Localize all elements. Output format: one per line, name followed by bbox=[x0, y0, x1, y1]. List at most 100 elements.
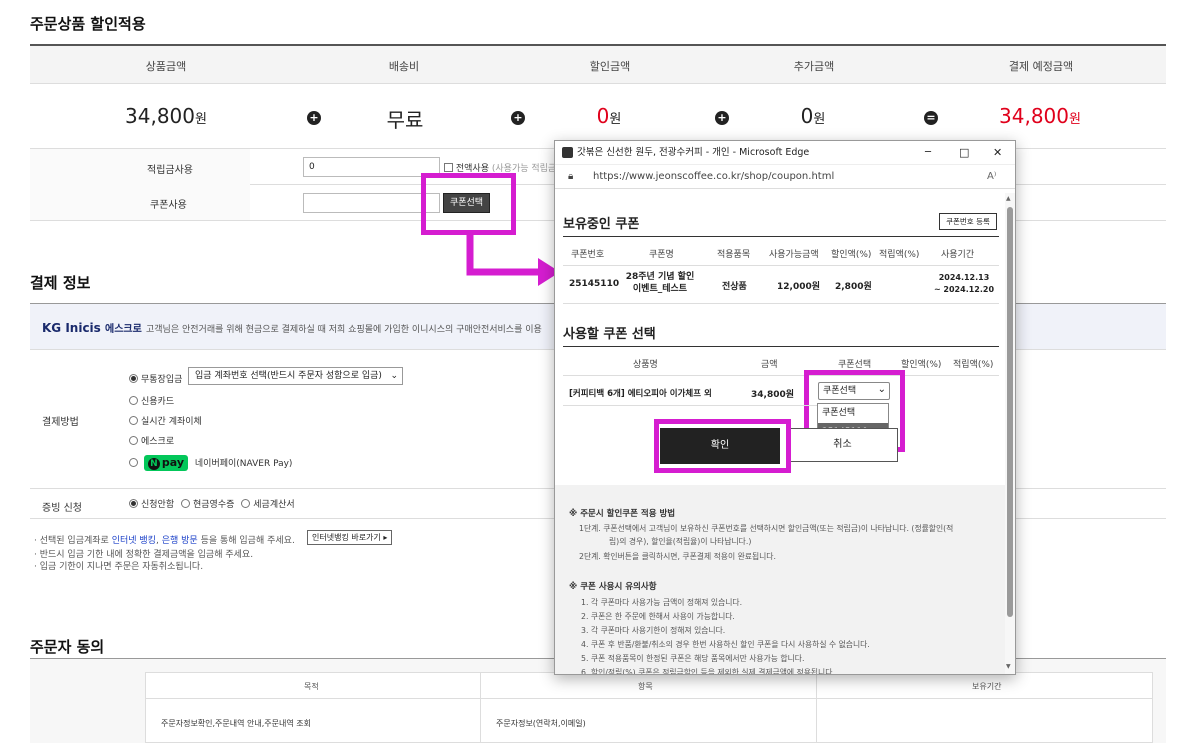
discount-amount: 0원 bbox=[596, 104, 622, 128]
radio-icon[interactable] bbox=[129, 416, 138, 425]
internet-banking-link[interactable]: 인터넷 뱅킹 bbox=[112, 536, 156, 546]
held-header-number: 쿠폰번호 bbox=[571, 250, 605, 260]
scroll-up-icon[interactable]: ▲ bbox=[1006, 195, 1011, 202]
caution-line-1: 1. 각 쿠폰마다 사용가능 금액이 정해져 있습니다. bbox=[581, 598, 743, 607]
caution-title: ※ 쿠폰 사용시 유의사항 bbox=[569, 582, 657, 592]
divider bbox=[563, 405, 817, 406]
header-total: 결제 예정금액 bbox=[1008, 60, 1074, 73]
n-icon: N bbox=[147, 458, 160, 470]
held-coupon-discount: 2,800원 bbox=[835, 282, 872, 292]
plus-icon: + bbox=[715, 111, 729, 125]
cancel-button[interactable]: 취소 bbox=[787, 428, 898, 462]
radio-icon[interactable] bbox=[181, 499, 190, 508]
payment-method-label: 결제방법 bbox=[42, 417, 79, 428]
register-coupon-button[interactable]: 쿠폰번호 등록 bbox=[939, 213, 997, 230]
caution-line-4: 4. 쿠폰 후 반품/환불/취소의 경우 한번 사용하신 할인 쿠폰을 다시 사… bbox=[581, 640, 870, 649]
extra-amount: 0원 bbox=[800, 104, 826, 128]
popup-scrollbar[interactable]: ▲ ▼ bbox=[1005, 193, 1015, 674]
popup-url[interactable]: https://www.jeonscoffee.co.kr/shop/coupo… bbox=[593, 165, 834, 189]
consent-header-retention: 보유기간 bbox=[972, 682, 1002, 691]
select-header-discount: 할인액(%) bbox=[901, 360, 942, 370]
held-header-scope: 적용품목 bbox=[717, 250, 751, 260]
divider bbox=[816, 673, 817, 742]
coupon-input[interactable] bbox=[303, 193, 440, 213]
held-coupons-title: 보유중인 쿠폰 bbox=[563, 217, 640, 232]
product-amount: 34,800원 bbox=[125, 104, 207, 128]
held-header-points: 적립액(%) bbox=[879, 250, 920, 260]
internet-banking-button[interactable]: 인터넷뱅킹 바로가기 ▸ bbox=[307, 530, 393, 545]
equals-icon: = bbox=[924, 111, 938, 125]
header-extra: 추가금액 bbox=[793, 60, 835, 73]
total-amount: 34,800원 bbox=[999, 104, 1081, 128]
checkbox-icon[interactable] bbox=[444, 163, 453, 172]
radio-icon[interactable] bbox=[129, 374, 138, 383]
method-naver-pay[interactable]: Npay 네이버페이(NAVER Pay) bbox=[129, 455, 292, 471]
guide-line-1: 1단계. 쿠폰선택에서 고객님이 보유하신 쿠폰번호를 선택하시면 할인금액(또… bbox=[579, 524, 954, 533]
plus-icon: + bbox=[511, 111, 525, 125]
held-header-name: 쿠폰명 bbox=[649, 250, 674, 260]
divider bbox=[563, 375, 999, 376]
held-coupon-number: 25145110 bbox=[569, 279, 620, 289]
npay-logo: Npay bbox=[143, 455, 189, 471]
arrow-icon bbox=[466, 232, 560, 286]
scrollbar-thumb[interactable] bbox=[1007, 207, 1013, 617]
select-header-coupon: 쿠폰선택 bbox=[838, 360, 872, 370]
read-aloud-icon[interactable]: A⁾ bbox=[987, 165, 996, 189]
maximize-icon[interactable]: □ bbox=[959, 141, 969, 165]
caution-line-3: 3. 각 쿠폰마다 사용기한이 정해져 있습니다. bbox=[581, 626, 726, 635]
guide-title: ※ 주문시 할인쿠폰 적용 방법 bbox=[569, 509, 676, 519]
receipt-label: 증빙 신청 bbox=[42, 503, 82, 514]
radio-icon[interactable] bbox=[129, 499, 138, 508]
consent-section-title: 주문자 동의 bbox=[30, 638, 105, 656]
select-header-price: 금액 bbox=[761, 360, 778, 370]
points-label: 적립금사용 bbox=[147, 165, 193, 176]
radio-icon[interactable] bbox=[241, 499, 251, 508]
radio-icon[interactable] bbox=[129, 457, 138, 467]
method-bank-transfer[interactable]: 무통장입금 bbox=[129, 372, 182, 385]
bank-visit-link[interactable]: 은행 방문 bbox=[162, 536, 198, 546]
scroll-down-icon[interactable]: ▼ bbox=[1006, 663, 1011, 670]
kg-notice: 고객님은 안전거래를 위해 현금으로 결제하실 때 저희 쇼핑몰에 가입한 이니… bbox=[146, 325, 542, 335]
discount-header-row: 상품금액 배송비 할인금액 추가금액 결제 예정금액 bbox=[30, 44, 1166, 84]
divider bbox=[480, 673, 481, 742]
held-coupon-scope: 전상품 bbox=[722, 282, 747, 292]
header-shipping: 배송비 bbox=[388, 60, 420, 73]
receipt-options: 신청안함 현금영수증 세금계산서 bbox=[129, 497, 295, 510]
highlight-box bbox=[654, 419, 791, 473]
popup-titlebar[interactable]: 갓볶은 신선한 원두, 전광수커피 - 개인 - Microsoft Edge … bbox=[555, 141, 1015, 165]
caution-line-5: 5. 쿠폰 적용품목이 한정된 쿠폰은 해당 품목에서만 사용가능 합니다. bbox=[581, 654, 805, 663]
method-escrow[interactable]: 에스크로 bbox=[129, 434, 174, 447]
held-header-period: 사용기간 bbox=[941, 250, 975, 260]
header-product-amount: 상품금액 bbox=[145, 60, 187, 73]
minimize-icon[interactable]: ─ bbox=[925, 141, 931, 165]
label-column bbox=[30, 149, 250, 220]
site-favicon-icon bbox=[562, 147, 573, 158]
radio-icon[interactable] bbox=[129, 396, 138, 405]
caution-line-2: 2. 쿠폰은 한 주문에 한해서 사용이 가능합니다. bbox=[581, 612, 735, 621]
held-coupon-period: 2024.12.13 ~ 2024.12.20 bbox=[933, 273, 995, 294]
divider bbox=[563, 265, 999, 266]
guide-line-3: 2단계. 확인버튼을 클릭하시면, 쿠폰결제 적용이 완료됩니다. bbox=[579, 552, 776, 561]
chevron-down-icon: ⌄ bbox=[390, 371, 398, 381]
divider bbox=[563, 346, 999, 347]
method-realtime-transfer[interactable]: 실시간 계좌이체 bbox=[129, 414, 202, 427]
consent-header-items: 항목 bbox=[638, 682, 653, 691]
order-page: 주문상품 할인적용 상품금액 배송비 할인금액 추가금액 결제 예정금액 34,… bbox=[0, 0, 1200, 743]
coupon-popup-window: 갓볶은 신선한 원두, 전광수커피 - 개인 - Microsoft Edge … bbox=[554, 140, 1016, 675]
close-icon[interactable]: ✕ bbox=[993, 141, 1002, 165]
method-credit-card[interactable]: 신용카드 bbox=[129, 394, 174, 407]
held-header-min-amount: 사용가능금액 bbox=[769, 250, 819, 260]
payment-note-1: · 선택된 입금계좌로 인터넷 뱅킹, 은행 방문 등을 통해 입금해 주세요. bbox=[34, 536, 295, 546]
radio-icon[interactable] bbox=[129, 436, 138, 445]
points-input[interactable]: 0 bbox=[303, 157, 440, 177]
plus-icon: + bbox=[307, 111, 321, 125]
account-select[interactable]: 입금 계좌번호 선택(반드시 주문자 성함으로 입금) ⌄ bbox=[188, 367, 403, 385]
discount-section-title: 주문상품 할인적용 bbox=[30, 15, 146, 33]
divider bbox=[563, 303, 999, 304]
select-row-product: [커피티백 6개] 에티오피아 이가체프 외 bbox=[569, 389, 712, 399]
held-header-discount: 할인액(%) bbox=[831, 250, 872, 260]
guide-line-2: 립)의 경우), 할인율(적립율)이 나타납니다.) bbox=[609, 537, 752, 546]
lock-icon: 🔒︎ bbox=[568, 171, 574, 182]
header-discount: 할인금액 bbox=[589, 60, 631, 73]
popup-address-bar[interactable]: 🔒︎ https://www.jeonscoffee.co.kr/shop/co… bbox=[555, 165, 1015, 189]
